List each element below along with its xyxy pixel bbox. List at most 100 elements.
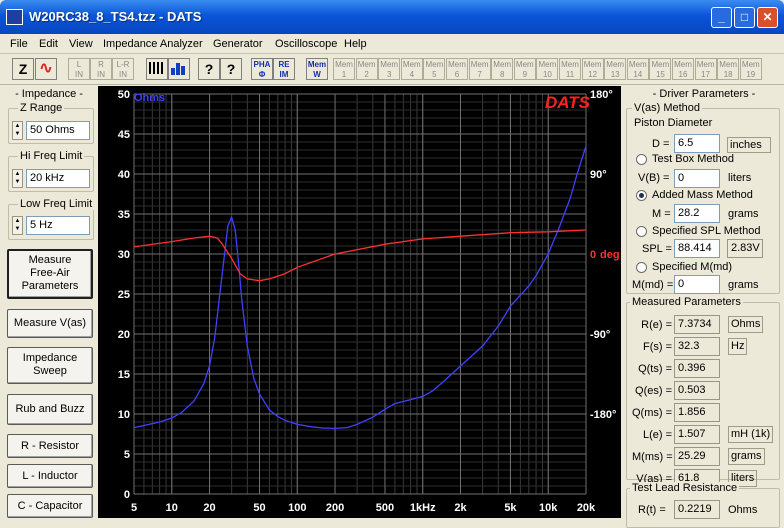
impedance-sweep-button[interactable]: Impedance Sweep: [7, 347, 93, 384]
mem-slot-15-button[interactable]: Mem 15: [649, 58, 672, 80]
mem-slot-17-button[interactable]: Mem 17: [694, 58, 717, 80]
added-mass-radio[interactable]: [636, 190, 647, 201]
hi-freq-field[interactable]: 20 kHz: [26, 169, 90, 188]
capacitor-button[interactable]: C - Capacitor: [7, 494, 93, 518]
z-range-spinner[interactable]: ▲ ▼: [12, 121, 23, 140]
specified-mmd-radio[interactable]: [636, 262, 647, 273]
rt-label: R(t) =: [638, 504, 666, 516]
mem-write-label: Mem: [307, 60, 327, 69]
minimize-button[interactable]: _: [711, 7, 732, 28]
mem-slot-label: Mem: [696, 60, 715, 69]
resistor-button[interactable]: R - Resistor: [7, 434, 93, 458]
mmd-field[interactable]: 0: [674, 275, 720, 294]
mem-slot-3-button[interactable]: Mem 3: [378, 58, 401, 80]
mem-slot-5-button[interactable]: Mem 5: [423, 58, 446, 80]
mem-slot-label: Mem: [651, 60, 670, 69]
mem-write-button[interactable]: Mem W: [306, 58, 328, 80]
mem-slot-9-button[interactable]: Mem 9: [513, 58, 536, 80]
low-freq-spinner[interactable]: ▲ ▼: [12, 216, 23, 235]
test-lead-label: Test Lead Resistance: [630, 482, 740, 494]
measure-vas-button[interactable]: Measure V(as): [7, 309, 93, 338]
y2-tick-label: 90°: [590, 169, 607, 181]
mem-slot-2-button[interactable]: Mem 2: [355, 58, 378, 80]
menu-file[interactable]: File: [10, 38, 28, 50]
mem-slot-11-button[interactable]: Mem 11: [559, 58, 581, 80]
driver-parameters-title: - Driver Parameters -: [652, 88, 756, 100]
mem-slot-label: Mem: [515, 60, 534, 69]
help-icon[interactable]: ?: [198, 58, 220, 80]
mem-slot-19-button[interactable]: Mem 19: [739, 58, 762, 80]
whats-this-icon[interactable]: ?: [220, 58, 242, 80]
mem-slot-16-button[interactable]: Mem 16: [672, 58, 694, 80]
bars-icon[interactable]: [146, 58, 168, 80]
toolbar: Z ∿ L IN R IN L-R IN ? ? PHA Φ RE IM Mem W Mem…: [0, 55, 784, 85]
spl-field[interactable]: 88.414: [674, 239, 720, 258]
spectrum-icon[interactable]: [168, 58, 190, 80]
specified-spl-radio[interactable]: [636, 226, 647, 237]
spl-voltage: 2.83V: [727, 239, 763, 258]
y-tick-label: 35: [118, 209, 130, 221]
mem-slot-4-button[interactable]: Mem 4: [400, 58, 423, 80]
mem-slot-8-button[interactable]: Mem 8: [491, 58, 514, 80]
vb-field[interactable]: 0: [674, 169, 720, 188]
y-tick-label: 50: [118, 89, 130, 101]
trace-right-in-button[interactable]: R IN: [90, 58, 112, 80]
mem-slot-number: 8: [499, 70, 505, 79]
impedance-mode-button[interactable]: Z: [12, 58, 34, 80]
x-tick-label: 10: [166, 502, 178, 514]
param-unit: Ohms: [728, 316, 764, 333]
close-button[interactable]: ✕: [757, 7, 778, 28]
impedance-plot[interactable]: 5 10 20 50 100 200 500 1kHz 2k 5k 10k 20k 0 5 10 15 20 25…: [98, 86, 621, 518]
menu-impedance-analyzer[interactable]: Impedance Analyzer: [103, 38, 203, 50]
trace-left-top: L: [76, 60, 82, 69]
specified-spl-label: Specified SPL Method: [652, 225, 761, 237]
mem-slot-number: 4: [409, 70, 415, 79]
x-tick-label: 5k: [504, 502, 517, 514]
title-bar[interactable]: W20RC38_8_TS4.tzz - DATS _ □ ✕: [0, 0, 784, 34]
mem-slot-number: 19: [746, 70, 756, 79]
menu-generator[interactable]: Generator: [213, 38, 263, 50]
menu-oscilloscope[interactable]: Oscilloscope: [275, 38, 337, 50]
mem-slot-label: Mem: [606, 60, 625, 69]
z-range-field[interactable]: 50 Ohms: [26, 121, 90, 140]
measure-free-air-button[interactable]: Measure Free-Air Parameters: [7, 249, 93, 299]
inductor-button[interactable]: L - Inductor: [7, 464, 93, 488]
mem-slot-label: Mem: [380, 60, 399, 69]
low-freq-field[interactable]: 5 Hz: [26, 216, 90, 235]
mem-slot-13-button[interactable]: Mem 13: [604, 58, 627, 80]
y-tick-label: 20: [118, 329, 130, 341]
mem-slot-18-button[interactable]: Mem 18: [717, 58, 740, 80]
mem-slot-12-button[interactable]: Mem 12: [581, 58, 604, 80]
mem-slot-1-button[interactable]: Mem 1: [333, 58, 355, 80]
d-field[interactable]: 6.5: [674, 134, 720, 153]
test-box-radio[interactable]: [636, 154, 647, 165]
param-label: Q(ms) =: [632, 407, 673, 419]
real-imag-button[interactable]: RE IM: [273, 58, 295, 80]
param-label: M(ms) =: [632, 451, 673, 463]
generator-sine-button[interactable]: ∿: [35, 58, 57, 80]
mem-slot-number: 15: [655, 70, 665, 79]
rub-and-buzz-button[interactable]: Rub and Buzz: [7, 394, 93, 425]
menu-edit[interactable]: Edit: [39, 38, 58, 50]
maximize-button[interactable]: □: [734, 7, 755, 28]
mem-slot-10-button[interactable]: Mem 10: [536, 58, 559, 80]
mem-slot-label: Mem: [448, 60, 466, 69]
mem-slot-14-button[interactable]: Mem 14: [626, 58, 649, 80]
vb-unit: liters: [728, 172, 752, 184]
param-value: 0.396: [674, 359, 720, 378]
phase-button[interactable]: PHA Φ: [251, 58, 273, 80]
mem-slot-7-button[interactable]: Mem 7: [468, 58, 491, 80]
param-value: 0.503: [674, 381, 720, 400]
menu-view[interactable]: View: [69, 38, 93, 50]
trace-diff-in-button[interactable]: L-R IN: [112, 58, 134, 80]
mem-slot-label: Mem: [741, 60, 760, 69]
rt-unit: Ohms: [728, 504, 758, 516]
trace-left-in-button[interactable]: L IN: [68, 58, 90, 80]
param-unit: grams: [728, 448, 765, 465]
m-field[interactable]: 28.2: [674, 204, 720, 223]
mem-slot-6-button[interactable]: Mem 6: [446, 58, 468, 80]
app-icon: [6, 9, 23, 25]
trace-diff-top: L-R: [116, 60, 130, 69]
menu-help[interactable]: Help: [344, 38, 367, 50]
hi-freq-spinner[interactable]: ▲ ▼: [12, 169, 23, 188]
